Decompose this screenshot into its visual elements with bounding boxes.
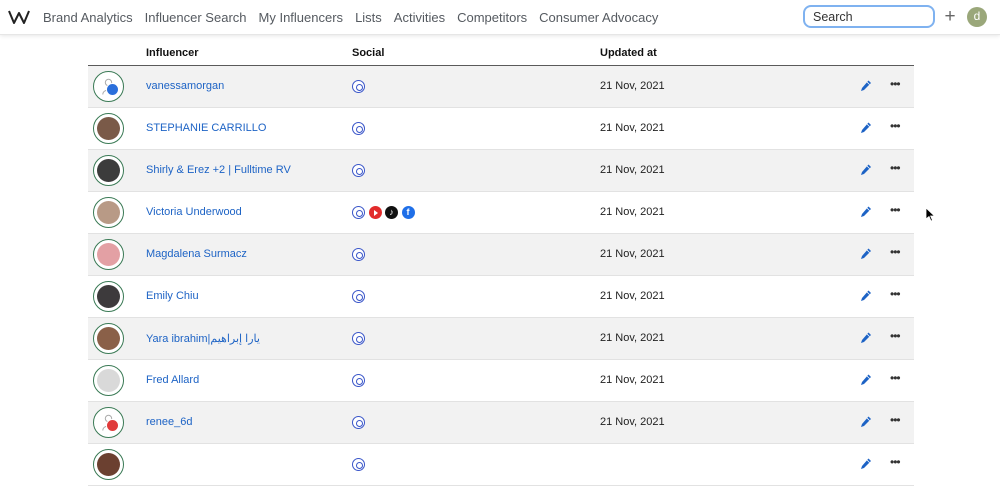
table-row[interactable]: Magdalena Surmacz 21 Nov, 2021 ••• — [88, 234, 914, 276]
social-icons — [352, 122, 369, 135]
table-body: vanessamorgan 21 Nov, 2021 ••• STEPHANIE CA… — [88, 66, 914, 486]
instagram-icon[interactable] — [352, 290, 365, 303]
social-icons — [352, 290, 369, 303]
table-row[interactable]: Yara ibrahim|يارا إبراهيم 21 Nov, 2021 ••• — [88, 318, 914, 360]
influencer-name-link[interactable]: Yara ibrahim|يارا إبراهيم — [146, 332, 260, 345]
tiktok-icon[interactable]: ♪ — [385, 206, 398, 219]
instagram-icon[interactable] — [352, 374, 365, 387]
social-icons — [352, 332, 369, 345]
facebook-icon[interactable]: f — [401, 206, 415, 219]
ellipsis-icon[interactable]: ••• — [890, 413, 902, 427]
pencil-icon[interactable] — [860, 121, 872, 135]
pencil-icon[interactable] — [860, 373, 872, 387]
ellipsis-icon[interactable]: ••• — [890, 455, 902, 469]
nav-influencer-search[interactable]: Influencer Search — [145, 10, 247, 25]
influencer-avatar[interactable] — [93, 113, 124, 144]
influencer-name-link[interactable]: STEPHANIE CARRILLO — [146, 122, 266, 134]
ellipsis-icon[interactable]: ••• — [890, 329, 902, 343]
table-row[interactable]: Victoria Underwood ♪ f 21 Nov, 2021 ••• — [88, 192, 914, 234]
top-navigation-bar: Brand Analytics Influencer Search My Inf… — [0, 0, 1000, 35]
social-icons — [352, 416, 369, 429]
updated-at-value: 21 Nov, 2021 — [600, 164, 665, 176]
pencil-icon[interactable] — [860, 163, 872, 177]
updated-at-value: 21 Nov, 2021 — [600, 290, 665, 302]
pencil-icon[interactable] — [860, 205, 872, 219]
nav-lists[interactable]: Lists — [355, 10, 382, 25]
sync-status-icon — [106, 83, 119, 96]
ellipsis-icon[interactable]: ••• — [890, 161, 902, 175]
instagram-icon[interactable] — [352, 416, 365, 429]
influencer-name-link[interactable]: Fred Allard — [146, 374, 199, 386]
nav-my-influencers[interactable]: My Influencers — [259, 10, 344, 25]
ellipsis-icon[interactable]: ••• — [890, 203, 902, 217]
nav-consumer-advocacy[interactable]: Consumer Advocacy — [539, 10, 658, 25]
error-status-icon — [106, 419, 119, 432]
influencer-name-link[interactable]: renee_6d — [146, 416, 193, 428]
updated-at-value: 21 Nov, 2021 — [600, 332, 665, 344]
influencer-avatar[interactable] — [93, 281, 124, 312]
instagram-icon[interactable] — [352, 164, 365, 177]
influencer-name-link[interactable]: Magdalena Surmacz — [146, 248, 247, 260]
table-row[interactable]: STEPHANIE CARRILLO 21 Nov, 2021 ••• — [88, 108, 914, 150]
influencer-name-link[interactable]: Victoria Underwood — [146, 206, 242, 218]
mouse-cursor-icon — [926, 208, 936, 222]
column-header-influencer: Influencer — [146, 47, 199, 59]
pencil-icon[interactable] — [860, 457, 872, 471]
instagram-icon[interactable] — [352, 206, 365, 219]
pencil-icon[interactable] — [860, 289, 872, 303]
youtube-icon[interactable] — [368, 206, 382, 219]
nav-activities[interactable]: Activities — [394, 10, 445, 25]
ellipsis-icon[interactable]: ••• — [890, 245, 902, 259]
updated-at-value: 21 Nov, 2021 — [600, 248, 665, 260]
ellipsis-icon[interactable]: ••• — [890, 119, 902, 133]
ellipsis-icon[interactable]: ••• — [890, 287, 902, 301]
influencer-avatar[interactable] — [93, 449, 124, 480]
social-icons: ♪ f — [352, 206, 418, 219]
pencil-icon[interactable] — [860, 247, 872, 261]
table-row[interactable]: Shirly & Erez +2 | Fulltime RV 21 Nov, 20… — [88, 150, 914, 192]
updated-at-value: 21 Nov, 2021 — [600, 206, 665, 218]
influencer-avatar[interactable] — [93, 239, 124, 270]
table-row[interactable]: renee_6d 21 Nov, 2021 ••• — [88, 402, 914, 444]
instagram-icon[interactable] — [352, 248, 365, 261]
social-icons — [352, 164, 369, 177]
brand-logo-icon[interactable] — [8, 9, 30, 25]
table-row[interactable]: Emily Chiu 21 Nov, 2021 ••• — [88, 276, 914, 318]
influencer-avatar[interactable] — [93, 197, 124, 228]
plus-icon[interactable]: + — [942, 7, 958, 26]
ellipsis-icon[interactable]: ••• — [890, 371, 902, 385]
column-header-updated-at: Updated at — [600, 47, 657, 59]
influencer-name-link[interactable]: vanessamorgan — [146, 80, 224, 92]
instagram-icon[interactable] — [352, 332, 365, 345]
social-icons — [352, 374, 369, 387]
updated-at-value: 21 Nov, 2021 — [600, 122, 665, 134]
influencer-avatar[interactable] — [93, 365, 124, 396]
table-row[interactable]: vanessamorgan 21 Nov, 2021 ••• — [88, 66, 914, 108]
influencer-name-link[interactable]: Shirly & Erez +2 | Fulltime RV — [146, 164, 291, 176]
updated-at-value: 21 Nov, 2021 — [600, 80, 665, 92]
table-row[interactable]: ••• — [88, 444, 914, 486]
user-avatar[interactable]: d — [967, 7, 987, 27]
nav-brand-analytics[interactable]: Brand Analytics — [43, 10, 133, 25]
table-header: Influencer Social Updated at — [88, 44, 914, 66]
updated-at-value: 21 Nov, 2021 — [600, 374, 665, 386]
pencil-icon[interactable] — [860, 331, 872, 345]
influencers-table: Influencer Social Updated at vanessamorg… — [88, 44, 914, 486]
social-icons — [352, 248, 369, 261]
pencil-icon[interactable] — [860, 79, 872, 93]
ellipsis-icon[interactable]: ••• — [890, 77, 902, 91]
influencer-avatar[interactable] — [93, 155, 124, 186]
main-nav: Brand Analytics Influencer Search My Inf… — [43, 0, 670, 35]
column-header-social: Social — [352, 47, 385, 59]
updated-at-value: 21 Nov, 2021 — [600, 416, 665, 428]
table-row[interactable]: Fred Allard 21 Nov, 2021 ••• — [88, 360, 914, 402]
nav-competitors[interactable]: Competitors — [457, 10, 527, 25]
social-icons — [352, 80, 369, 93]
pencil-icon[interactable] — [860, 415, 872, 429]
influencer-avatar[interactable] — [93, 323, 124, 354]
instagram-icon[interactable] — [352, 122, 365, 135]
instagram-icon[interactable] — [352, 80, 365, 93]
search-input[interactable] — [803, 5, 935, 28]
influencer-name-link[interactable]: Emily Chiu — [146, 290, 199, 302]
